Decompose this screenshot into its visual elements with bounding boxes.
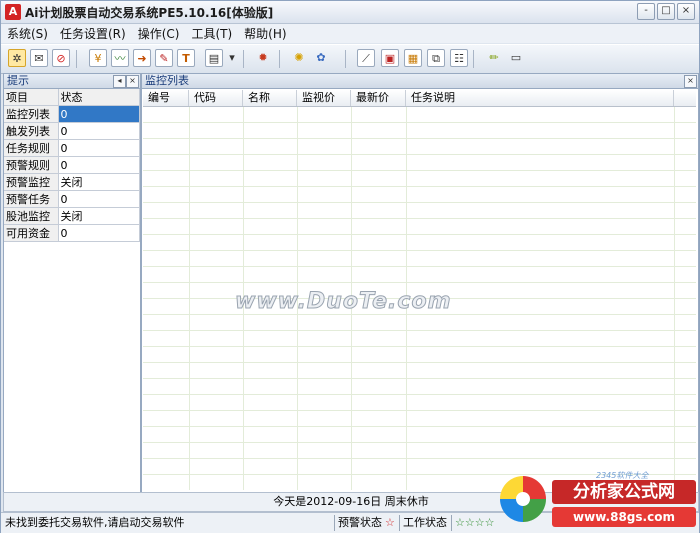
hint-panel: 提示 ◂ × 项目 状态 监控列表 0 触发列表 0 任务规则 0 预警规则 0… (3, 73, 141, 493)
title-bar: A Ai计划股票自动交易系统PE5.10.16[体验版] - □ × (1, 1, 699, 24)
menu-tools[interactable]: 工具(T) (185, 25, 238, 42)
table-icon[interactable]: ☷ (450, 49, 468, 67)
dropdown-arrow-icon[interactable]: ▾ (227, 49, 237, 67)
table-row[interactable]: 预警任务 0 (4, 190, 140, 208)
maximize-button[interactable]: □ (657, 3, 675, 20)
gear-check-icon[interactable]: ✿ (312, 49, 330, 67)
watermark-text: www.DuoTe.com (235, 289, 452, 315)
stars-rating: ☆☆☆☆ (455, 516, 495, 529)
mail-icon[interactable]: ✉ (30, 49, 48, 67)
close-panel-icon[interactable]: × (126, 75, 139, 88)
star-icon: ☆ (385, 516, 395, 529)
report-icon[interactable]: ▤ (205, 49, 223, 67)
close-panel-icon[interactable]: × (684, 75, 697, 88)
table-row[interactable]: 股池监控 关闭 (4, 207, 140, 225)
stock-icon[interactable]: ¥ (89, 49, 107, 67)
site-logo-badge: 2345软件大全 分析家公式网 www.88gs.com (500, 470, 698, 530)
header-status: 状态 (58, 89, 140, 106)
column-number[interactable]: 编号 (143, 90, 189, 106)
minimize-button[interactable]: - (637, 3, 655, 20)
column-name[interactable]: 名称 (243, 90, 297, 106)
minus-icon[interactable]: ▭ (507, 49, 525, 67)
calculator-icon[interactable]: ▦ (404, 49, 422, 67)
toolbar: ✲ ✉ ⊘ ¥ 〰 ➜ ✎ T ▤ ▾ ✹ ✺ ✿ ⟋ ▣ ▦ ⧉ ☷ ✏ ▭ (1, 44, 699, 74)
column-header-row: 编号 代码 名称 监视价 最新价 任务说明 (143, 90, 696, 107)
close-button[interactable]: × (677, 3, 695, 20)
status-message: 未找到委托交易软件,请启动交易软件 (5, 516, 185, 529)
table-row[interactable]: 触发列表 0 (4, 122, 140, 140)
line-chart-icon[interactable]: ⟋ (357, 49, 375, 67)
pointer-icon[interactable]: ✲ (8, 49, 26, 67)
collapse-left-icon[interactable]: ◂ (113, 75, 126, 88)
menu-bar: 系统(S) 任务设置(R) 操作(C) 工具(T) 帮助(H) (1, 24, 699, 43)
sun-icon[interactable]: ✹ (254, 49, 272, 67)
text-t-icon[interactable]: T (177, 49, 195, 67)
bulb-icon[interactable]: ✺ (290, 49, 308, 67)
app-logo-icon: A (5, 4, 21, 20)
badge-title: 分析家公式网 (552, 480, 696, 504)
arrow-icon[interactable]: ➜ (133, 49, 151, 67)
monitor-grid[interactable]: www.DuoTe.com (143, 107, 696, 490)
hint-panel-title: 提示 (7, 74, 29, 87)
table-row[interactable]: 可用资金 0 (4, 224, 140, 242)
app-window: A Ai计划股票自动交易系统PE5.10.16[体验版] - □ × 系统(S)… (0, 0, 700, 533)
header-item: 项目 (4, 89, 59, 106)
pen-icon[interactable]: ✏ (485, 49, 503, 67)
hint-table: 项目 状态 监控列表 0 触发列表 0 任务规则 0 预警规则 0 预警监控 关… (4, 89, 140, 242)
work-status-label: 工作状态 (403, 516, 447, 529)
column-code[interactable]: 代码 (189, 90, 243, 106)
column-watch-price[interactable]: 监视价 (297, 90, 351, 106)
column-task-description[interactable]: 任务说明 (406, 90, 674, 106)
menu-task-settings[interactable]: 任务设置(R) (54, 25, 132, 42)
monitor-icon[interactable]: ▣ (381, 49, 399, 67)
monitor-list-panel: 监控列表 × 编号 代码 名称 监视价 最新价 任务说明 www.DuoTe.c… (141, 73, 699, 493)
table-row[interactable]: 预警监控 关闭 (4, 173, 140, 191)
menu-operation[interactable]: 操作(C) (132, 25, 186, 42)
menu-help[interactable]: 帮助(H) (238, 25, 292, 42)
badge-url: www.88gs.com (552, 507, 696, 527)
table-row[interactable]: 预警规则 0 (4, 156, 140, 174)
menu-system[interactable]: 系统(S) (1, 25, 54, 42)
alert-status-label: 预警状态 (338, 516, 382, 529)
monitor-list-title: 监控列表 (145, 74, 189, 87)
column-latest-price[interactable]: 最新价 (351, 90, 406, 106)
table-row[interactable]: 任务规则 0 (4, 139, 140, 157)
settings-icon[interactable]: ✎ (155, 49, 173, 67)
network-icon[interactable]: ⧉ (427, 49, 445, 67)
window-title: Ai计划股票自动交易系统PE5.10.16[体验版] (25, 6, 274, 20)
chart-icon[interactable]: 〰 (111, 49, 129, 67)
table-row[interactable]: 监控列表 0 (4, 105, 140, 123)
stop-icon[interactable]: ⊘ (52, 49, 70, 67)
